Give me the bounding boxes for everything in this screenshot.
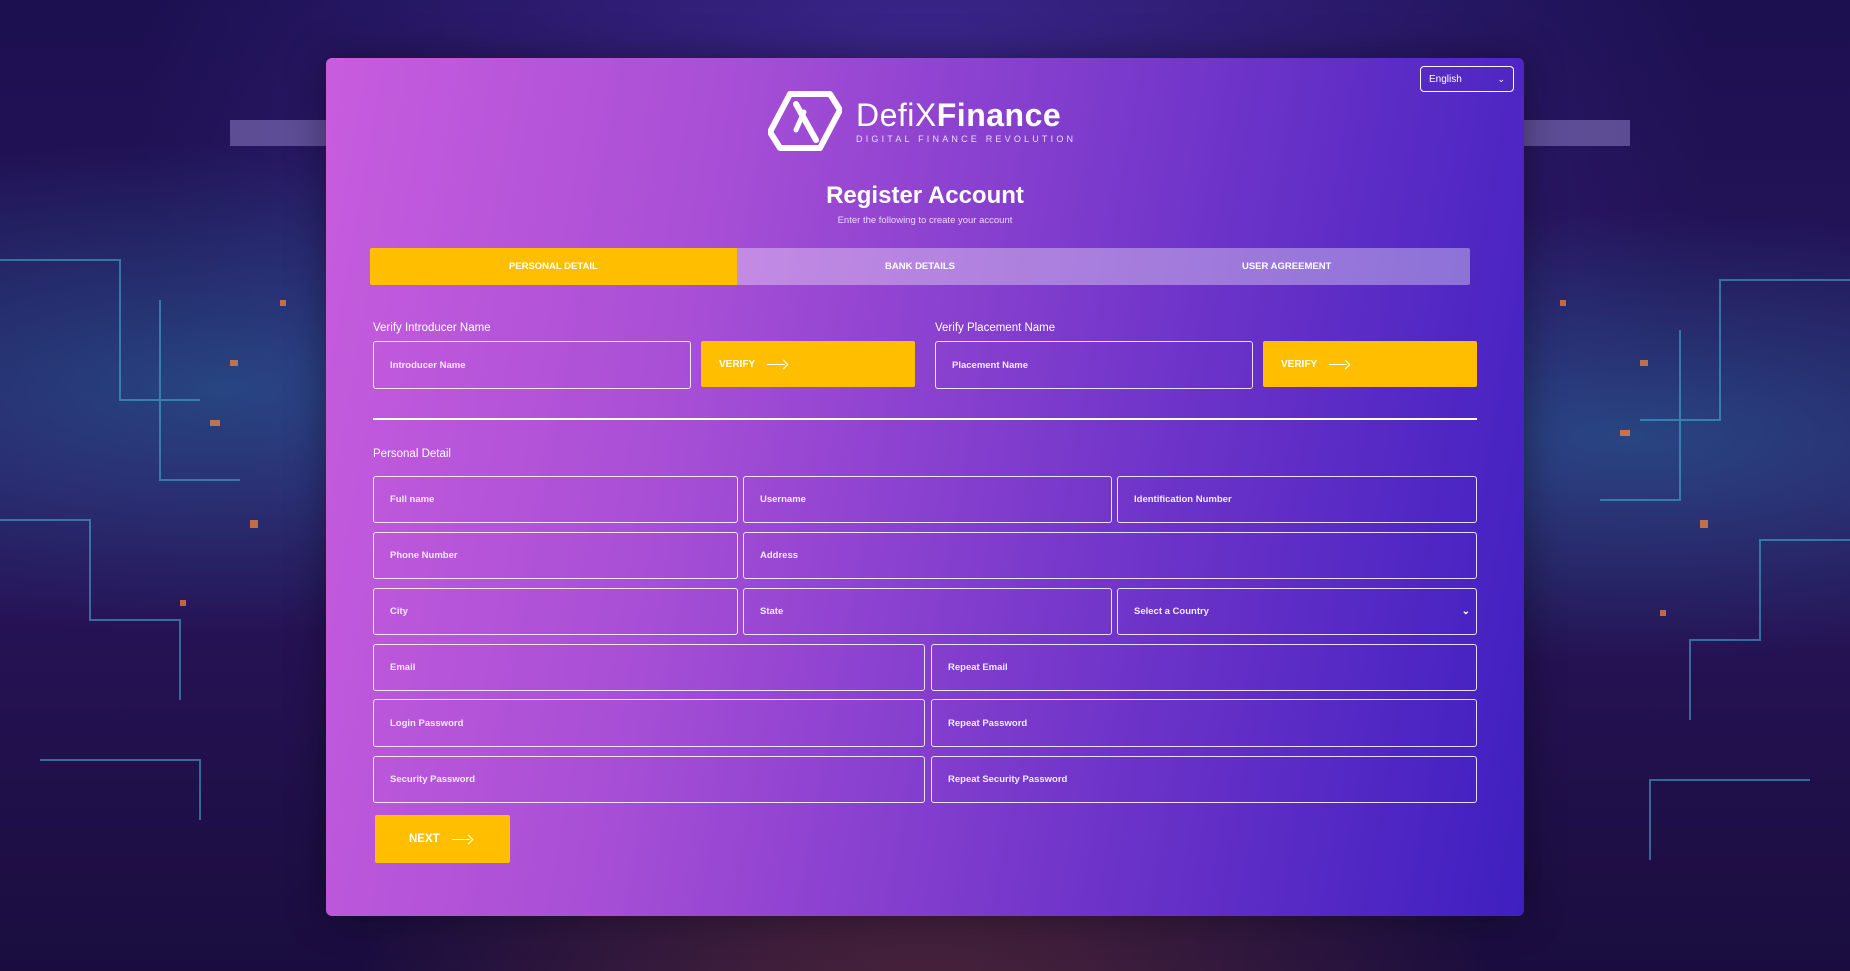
tab-user-agreement[interactable]: USER AGREEMENT (1103, 248, 1470, 285)
repeat-email-input[interactable]: Repeat Email (931, 644, 1477, 691)
arrow-right-icon (767, 360, 789, 368)
state-input[interactable]: State (743, 588, 1112, 635)
introducer-label: Verify Introducer Name (373, 322, 491, 334)
verify-placement-button[interactable]: VERIFY (1263, 341, 1477, 387)
repeat-security-password-input[interactable]: Repeat Security Password (931, 756, 1477, 803)
username-input[interactable]: Username (743, 476, 1112, 523)
verify-introducer-label: VERIFY (719, 358, 756, 370)
personal-detail-label: Personal Detail (373, 448, 451, 460)
language-select-value: English (1429, 73, 1462, 85)
chevron-down-icon: ⌄ (1497, 73, 1505, 84)
login-password-input[interactable]: Login Password (373, 699, 925, 747)
country-select-value: Select a Country (1134, 606, 1209, 617)
brand-name: DefiXFinance (856, 98, 1076, 132)
phone-number-input[interactable]: Phone Number (373, 532, 738, 579)
verify-introducer-button[interactable]: VERIFY (701, 341, 915, 387)
address-input[interactable]: Address (743, 532, 1477, 579)
chevron-down-icon: ⌄ (1461, 606, 1470, 617)
brand-logo: DefiXFinance DIGITAL FINANCE REVOLUTION (768, 90, 1076, 152)
identification-number-input[interactable]: Identification Number (1117, 476, 1477, 523)
repeat-password-input[interactable]: Repeat Password (931, 699, 1477, 747)
full-name-input[interactable]: Full name (373, 476, 738, 523)
register-card: English ⌄ DefiXFinance DIGITAL FINANCE R… (326, 58, 1524, 916)
introducer-name-input[interactable]: Introducer Name (373, 341, 691, 389)
arrow-right-icon (1329, 360, 1351, 368)
arrow-right-icon (451, 835, 474, 843)
brand-name-thin: DefiX (856, 97, 937, 133)
brand-tagline: DIGITAL FINANCE REVOLUTION (856, 134, 1077, 144)
tab-personal-detail[interactable]: PERSONAL DETAIL (370, 248, 737, 285)
email-input[interactable]: Email (373, 644, 925, 691)
next-button-label: NEXT (409, 833, 440, 845)
placement-label: Verify Placement Name (935, 322, 1056, 334)
page-title: Register Account (826, 182, 1024, 209)
security-password-input[interactable]: Security Password (373, 756, 925, 803)
verify-placement-label: VERIFY (1281, 358, 1318, 370)
tab-bank-details[interactable]: BANK DETAILS (736, 248, 1104, 285)
placement-name-input[interactable]: Placement Name (935, 341, 1253, 389)
next-button[interactable]: NEXT (375, 815, 510, 863)
step-tabs: PERSONAL DETAIL BANK DETAILS USER AGREEM… (370, 248, 1470, 285)
defix-logo-icon (768, 91, 842, 151)
language-select[interactable]: English ⌄ (1420, 66, 1514, 92)
city-input[interactable]: City (373, 588, 738, 635)
section-divider (373, 418, 1477, 420)
country-select[interactable]: Select a Country ⌄ (1117, 588, 1477, 635)
brand-name-bold: Finance (936, 97, 1062, 133)
page-subtitle: Enter the following to create your accou… (837, 215, 1013, 226)
